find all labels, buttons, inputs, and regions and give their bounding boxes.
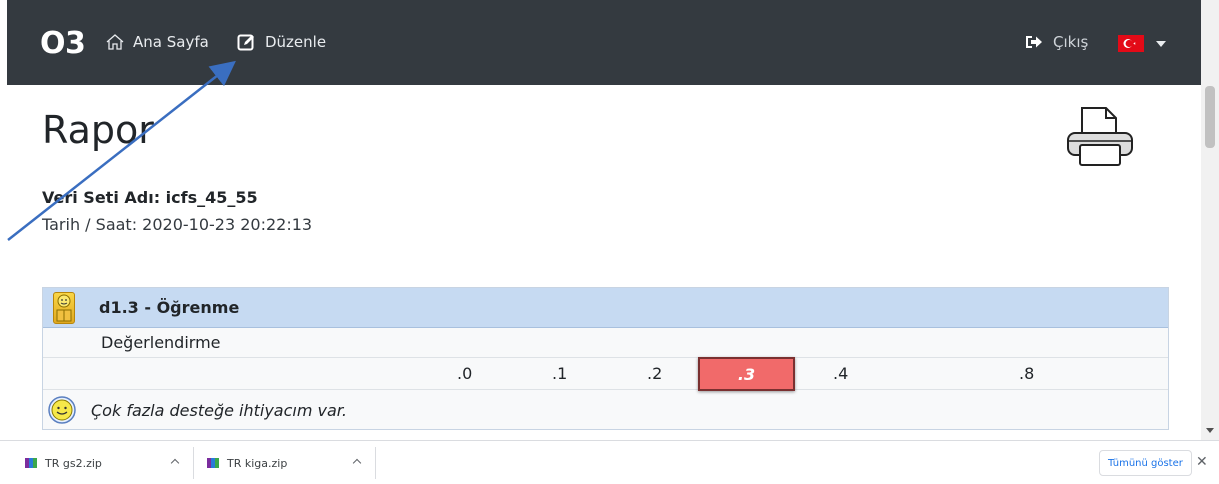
scale-option[interactable]: .2 xyxy=(647,364,662,383)
download-filename: TR kiga.zip xyxy=(227,456,288,470)
nav-edit-label: Düzenle xyxy=(265,33,327,51)
assessment-subheader-label: Değerlendirme xyxy=(101,333,221,352)
edit-icon xyxy=(237,34,254,51)
report-datetime: Tarih / Saat: 2020-10-23 20:22:13 xyxy=(42,215,313,234)
brand-logo[interactable]: O3 xyxy=(40,26,86,61)
show-all-downloads-button[interactable]: Tümünü göster xyxy=(1099,450,1192,476)
browser-viewport: O3 Ana Sayfa Düzenle Çıkış Rapor Veri Se… xyxy=(0,0,1219,484)
divider xyxy=(193,447,194,479)
top-navbar: O3 Ana Sayfa Düzenle Çıkış xyxy=(7,0,1201,85)
scale-option[interactable]: .8 xyxy=(1019,364,1034,383)
learning-smiley-icon xyxy=(53,291,75,324)
download-filename: TR gs2.zip xyxy=(45,456,102,470)
nav-edit-link[interactable]: Düzenle xyxy=(237,33,326,51)
nav-home-link[interactable]: Ana Sayfa xyxy=(105,33,209,51)
logout-icon xyxy=(1026,36,1042,48)
home-icon xyxy=(106,34,124,50)
nav-home-label: Ana Sayfa xyxy=(133,33,209,51)
print-button[interactable] xyxy=(1066,105,1134,171)
logout-link[interactable]: Çıkış xyxy=(1025,33,1088,51)
download-bar: TR gs2.zip TR kiga.zip Tümünü göster ✕ xyxy=(0,440,1219,484)
page-title: Rapor xyxy=(42,108,154,152)
dataset-name: Veri Seti Adı: icfs_45_55 xyxy=(42,188,258,207)
scale-option[interactable]: .4 xyxy=(833,364,848,383)
logout-label: Çıkış xyxy=(1053,33,1089,51)
printer-icon xyxy=(1067,107,1133,166)
scroll-down-arrow-icon[interactable] xyxy=(1206,428,1214,433)
close-icon[interactable]: ✕ xyxy=(1196,454,1208,470)
scale-option[interactable]: .0 xyxy=(457,364,472,383)
assessment-code-title: d1.3 - Öğrenme xyxy=(99,298,240,317)
page-scrollbar[interactable] xyxy=(1201,0,1219,440)
scale-option-selected[interactable]: .3 xyxy=(698,357,795,391)
scale-row: .0 .1 .2 .3 .4 .8 xyxy=(43,357,1168,391)
divider xyxy=(375,447,376,479)
chevron-up-icon[interactable] xyxy=(170,458,180,468)
scrollbar-thumb[interactable] xyxy=(1205,86,1215,148)
chevron-up-icon[interactable] xyxy=(352,458,362,468)
chevron-down-icon xyxy=(1156,40,1166,47)
assessment-table: d1.3 - Öğrenme Değerlendirme .0 .1 .2 .3… xyxy=(42,287,1169,430)
download-item[interactable]: TR kiga.zip xyxy=(207,441,287,484)
language-dropdown[interactable] xyxy=(1118,35,1166,52)
scale-option[interactable]: .1 xyxy=(552,364,567,383)
answer-row: Çok fazla desteğe ihtiyacım var. xyxy=(43,390,1168,430)
smiley-face-icon xyxy=(48,396,76,424)
assessment-subheader-row: Değerlendirme xyxy=(43,328,1168,358)
assessment-header-row: d1.3 - Öğrenme xyxy=(43,288,1168,328)
zip-file-icon xyxy=(25,458,37,468)
answer-text: Çok fazla desteğe ihtiyacım var. xyxy=(91,400,347,420)
zip-file-icon xyxy=(207,458,219,468)
tr-flag-icon xyxy=(1118,35,1144,52)
download-item[interactable]: TR gs2.zip xyxy=(25,441,102,484)
